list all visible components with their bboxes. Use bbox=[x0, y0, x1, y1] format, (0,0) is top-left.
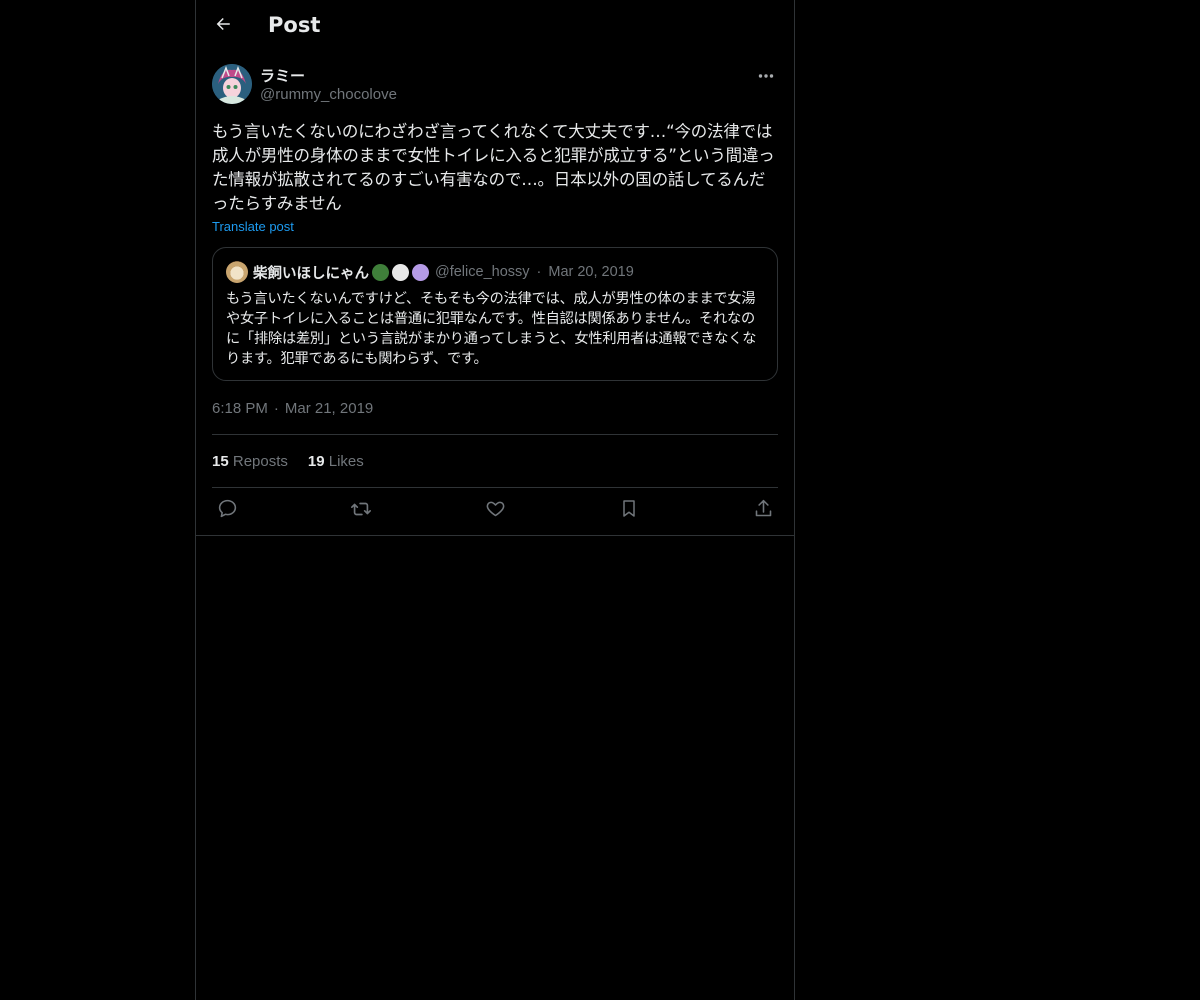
author-display-name[interactable]: ラミー bbox=[260, 65, 305, 86]
reply-icon bbox=[217, 498, 238, 524]
page-title: Post bbox=[268, 13, 321, 37]
likes-stat[interactable]: 19 Likes bbox=[308, 453, 364, 470]
author-handle[interactable]: @rummy_chocolove bbox=[260, 86, 397, 103]
reposts-count: 15 bbox=[212, 453, 229, 470]
action-bar bbox=[212, 498, 778, 524]
reply-button[interactable] bbox=[214, 498, 240, 524]
purple-circle-emoji-icon bbox=[412, 263, 429, 281]
more-icon bbox=[758, 66, 774, 84]
quoted-date: Mar 20, 2019 bbox=[548, 264, 634, 280]
repost-icon bbox=[350, 498, 372, 525]
quoted-post-header: 柴飼いほしにゃん @felice_hossy · Mar 20, 2019 bbox=[226, 261, 634, 283]
post-text: もう言いたくないのにわざわざ言ってくれなくて大丈夫です…“今の法律では成人が男性… bbox=[212, 122, 775, 213]
author-row: ラミー @rummy_chocolove bbox=[212, 64, 778, 106]
repost-button[interactable] bbox=[348, 498, 374, 524]
likes-label: Likes bbox=[328, 453, 364, 470]
translate-post-link[interactable]: Translate post bbox=[212, 219, 294, 234]
reposts-stat[interactable]: 15 Reposts bbox=[212, 453, 288, 470]
post-time[interactable]: 6:18 PM bbox=[212, 400, 268, 417]
quoted-handle: @felice_hossy bbox=[435, 264, 530, 280]
quoted-post[interactable]: 柴飼いほしにゃん @felice_hossy · Mar 20, 2019 もう… bbox=[212, 247, 778, 381]
post-timestamp: 6:18 PM · Mar 21, 2019 bbox=[212, 400, 373, 417]
post: ラミー @rummy_chocolove もう言いたくないのにわざわざ言ってくれ… bbox=[212, 64, 778, 518]
divider bbox=[212, 487, 778, 488]
quoted-post-text: もう言いたくないんですけど、そもそも今の法律では、成人が男性の体のままで女湯や女… bbox=[226, 291, 757, 367]
like-button[interactable] bbox=[482, 498, 508, 524]
arrow-left-icon bbox=[214, 15, 232, 38]
divider bbox=[212, 434, 778, 435]
quoted-display-name: 柴飼いほしにゃん bbox=[253, 265, 369, 282]
bookmark-icon bbox=[619, 498, 639, 524]
avatar[interactable] bbox=[212, 64, 252, 104]
likes-count: 19 bbox=[307, 453, 325, 470]
section-divider bbox=[196, 535, 794, 536]
share-button[interactable] bbox=[750, 498, 776, 524]
bookmark-button[interactable] bbox=[616, 498, 642, 524]
back-button[interactable] bbox=[208, 11, 238, 41]
quoted-separator: · bbox=[536, 264, 542, 280]
like-icon bbox=[485, 498, 506, 524]
white-circle-emoji-icon bbox=[392, 263, 409, 281]
reposts-label: Reposts bbox=[232, 453, 288, 470]
quoted-avatar bbox=[226, 261, 248, 283]
timestamp-separator: · bbox=[273, 400, 279, 417]
tree-emoji-icon bbox=[372, 263, 389, 281]
more-options-button[interactable] bbox=[754, 66, 778, 84]
post-stats: 15 Reposts 19 Likes bbox=[212, 453, 364, 470]
post-date[interactable]: Mar 21, 2019 bbox=[285, 400, 373, 417]
main-column: Post ラミー @rummy_chocolove もう言いたくないのにわざわざ… bbox=[195, 0, 795, 1000]
page-header: Post bbox=[196, 0, 794, 53]
share-icon bbox=[753, 498, 774, 524]
